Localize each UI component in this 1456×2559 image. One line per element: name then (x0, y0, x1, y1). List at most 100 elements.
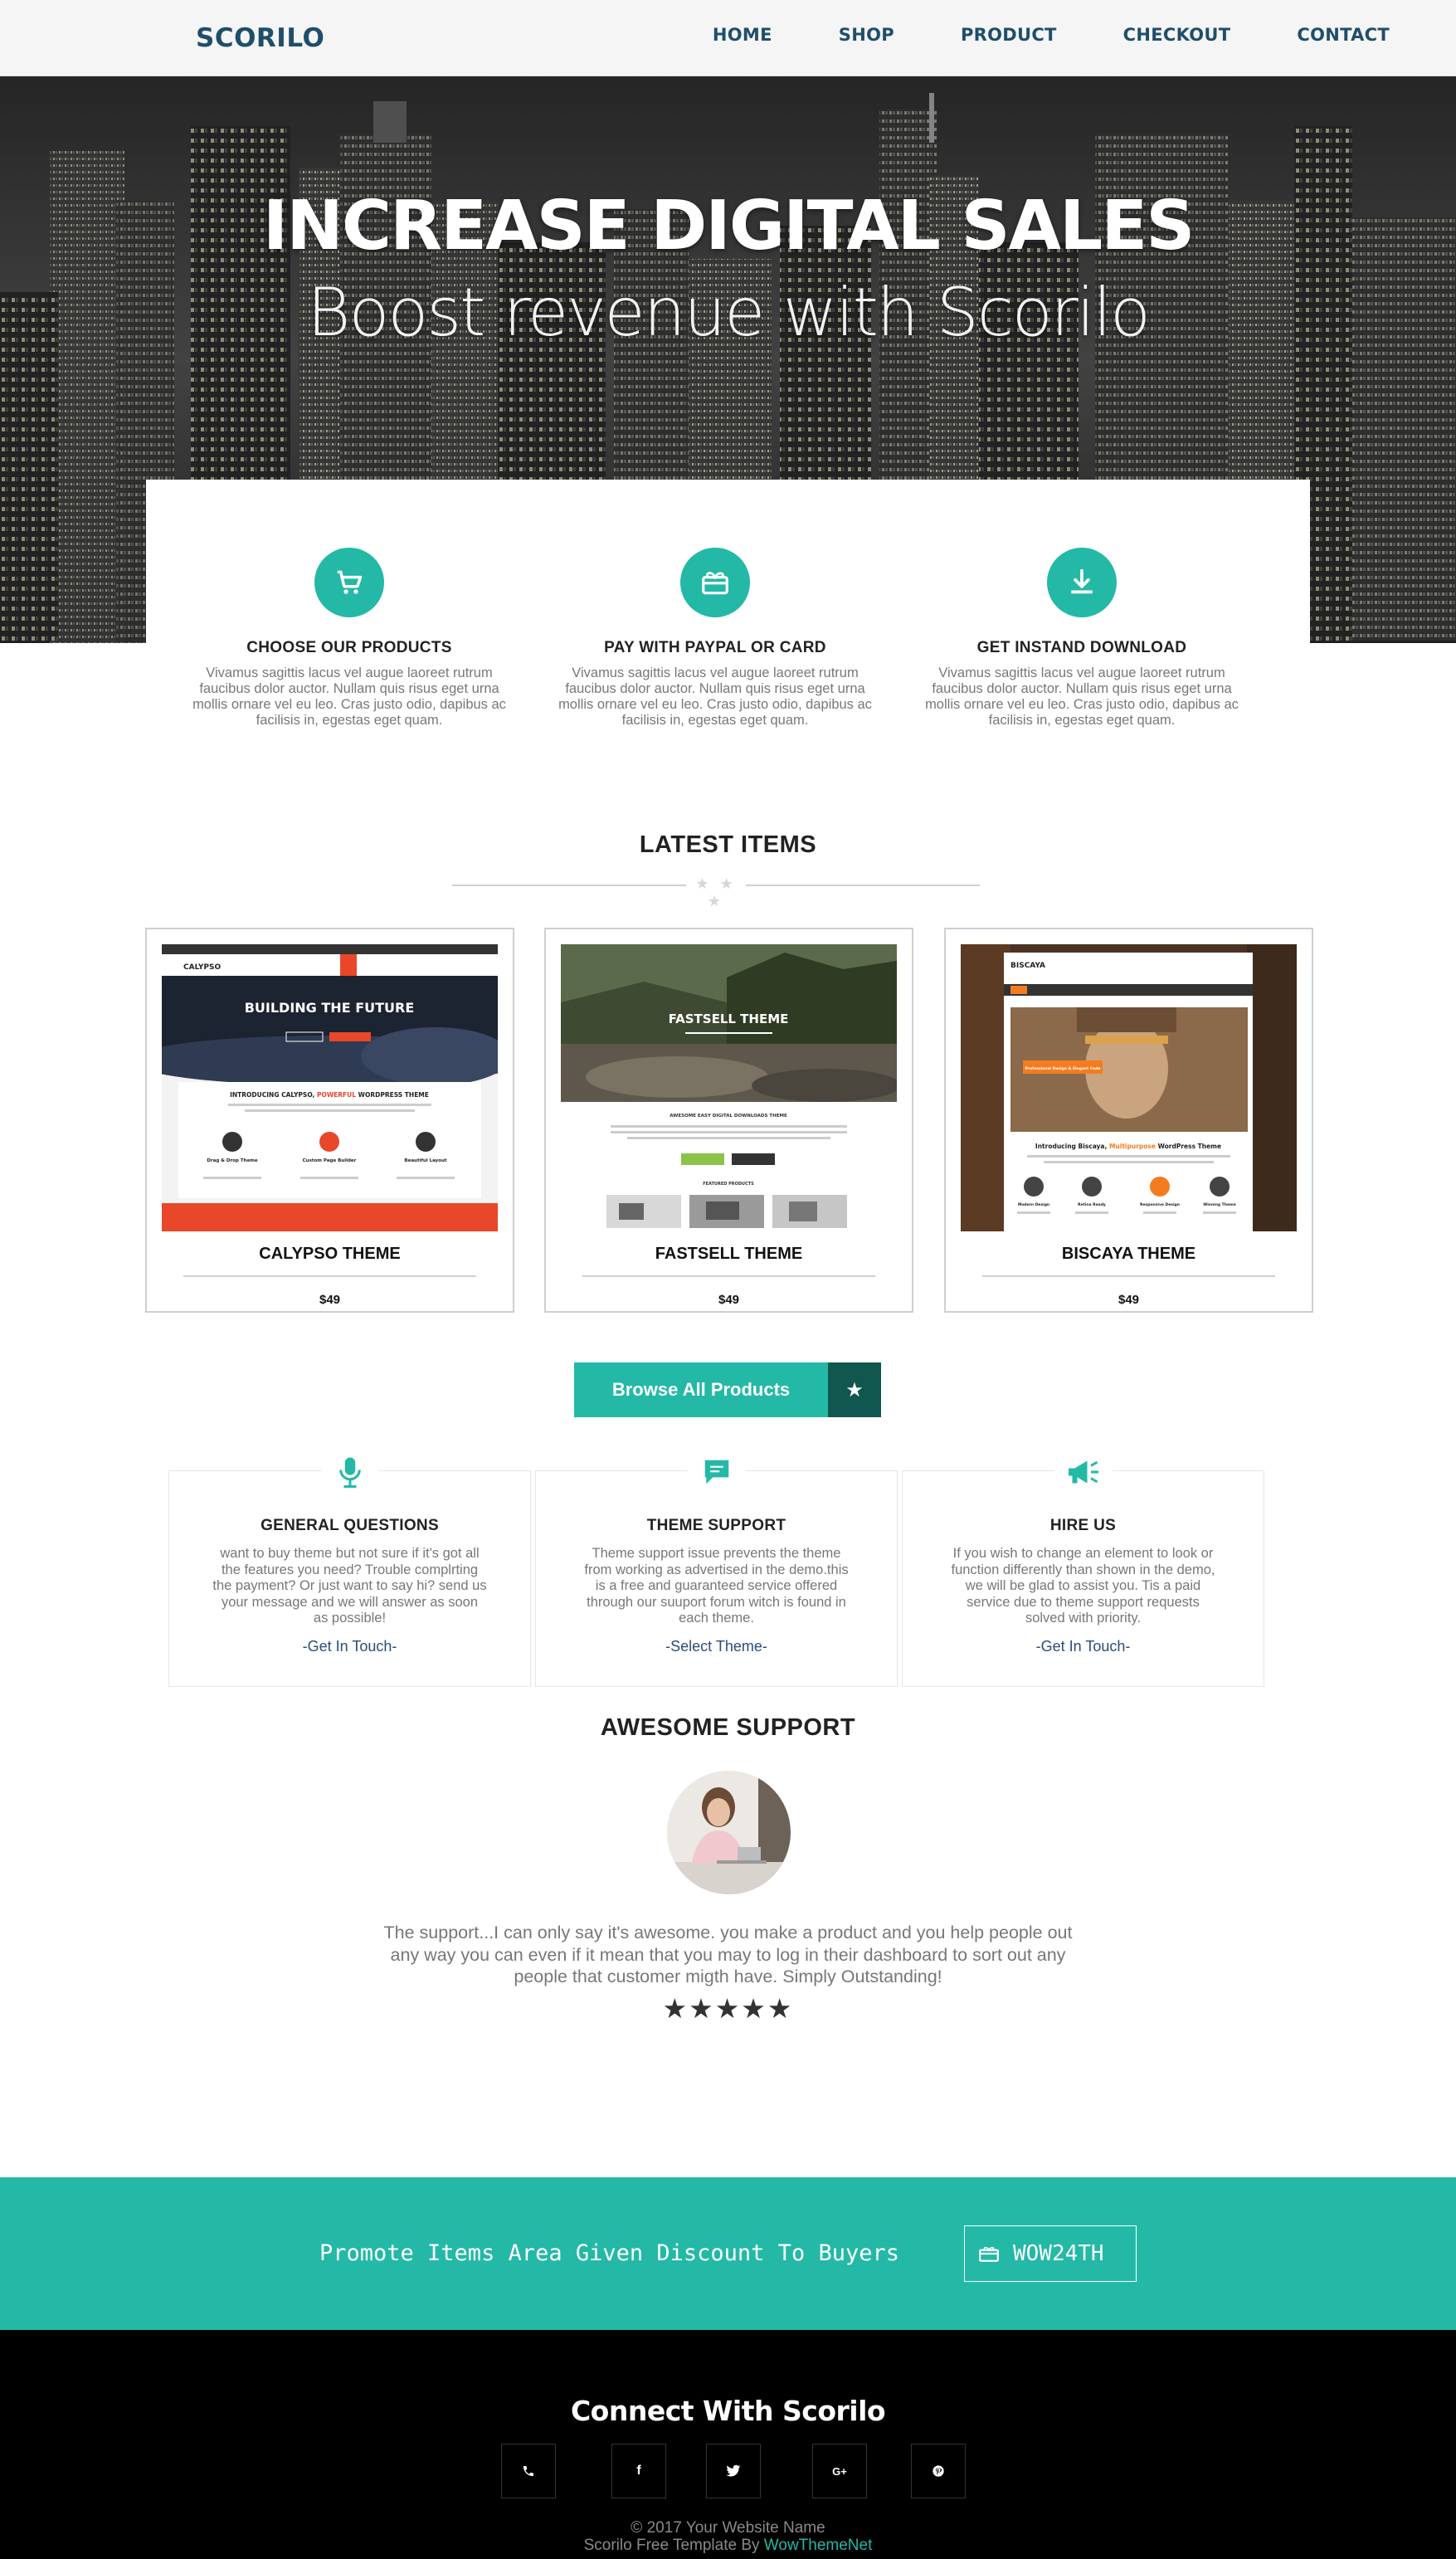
biscaya-preview-image: BISCAYA Professional Design & Elegant Co… (961, 944, 1297, 1231)
calypso-block-1: Drag & Drop Theme (207, 1158, 258, 1163)
product-name[interactable]: FASTSELL THEME (546, 1245, 912, 1264)
feature-text: Vivamus sagittis lacus vel augue laoreet… (558, 665, 872, 728)
top-navbar: SCORILO HOME SHOP PRODUCT CHECKOUT CONTA… (0, 0, 1456, 76)
credit-text: Scorilo Free Template By WowThemeNet (0, 2537, 1456, 2554)
wowthemenet-link[interactable]: WowThemeNet (764, 2537, 873, 2554)
main-menu: HOME SHOP PRODUCT CHECKOUT CONTACT (646, 25, 1390, 45)
product-divider (183, 1275, 476, 1277)
copyright-text: © 2017 Your Website Name (631, 2519, 825, 2537)
support-box-general-questions: GENERAL QUESTIONS want to buy theme but … (168, 1448, 531, 1687)
facebook-glyph: f (636, 2464, 641, 2478)
feature-title: GET INSTAND DOWNLOAD (976, 639, 1187, 656)
feature-text: Vivamus sagittis lacus vel augue laoreet… (925, 665, 1239, 728)
hero-title: INCREASE DIGITAL SALES (262, 187, 1195, 266)
support-box-hire-us: HIRE US If you wish to change an element… (902, 1448, 1264, 1687)
divider-line-left (452, 885, 686, 886)
facebook-icon[interactable]: f (611, 2444, 666, 2498)
megaphone-icon (1054, 1448, 1113, 1496)
fastsell-preview-image: FASTSELL THEME AWESOME EASY DIGITAL DOWN… (561, 944, 897, 1231)
nav-shop-link[interactable]: SHOP (839, 25, 894, 45)
product-divider (582, 1275, 875, 1277)
product-card-fastsell[interactable]: FASTSELL THEME AWESOME EASY DIGITAL DOWN… (544, 928, 913, 1313)
biscaya-block-2: Retina Ready (1078, 1202, 1106, 1207)
feature-choose-products: CHOOSE OUR PRODUCTS Vivamus sagittis lac… (183, 548, 515, 729)
star-icon[interactable]: ★ (828, 1362, 881, 1417)
product-card-calypso[interactable]: CALYPSO BUILDING THE FUTURE INTRODUCING … (145, 928, 514, 1313)
footer-title: Connect With Scorilo (570, 2395, 886, 2427)
calypso-preview-image: CALYPSO BUILDING THE FUTURE INTRODUCING … (162, 944, 498, 1231)
product-card-biscaya[interactable]: BISCAYA Professional Design & Elegant Co… (944, 928, 1313, 1313)
support-box-title: GENERAL QUESTIONS (261, 1517, 439, 1534)
divider-line-right (746, 885, 980, 886)
gift-icon (680, 548, 750, 617)
biscaya-block-1: Modern Design (1018, 1202, 1049, 1207)
support-box-title: THEME SUPPORT (646, 1517, 786, 1534)
awesome-support-title: AWESOME SUPPORT (600, 1714, 856, 1741)
credit-prefix: Scorilo Free Template By (583, 2537, 764, 2554)
browse-button-label[interactable]: Browse All Products (574, 1362, 828, 1417)
product-price: $49 (1118, 1293, 1140, 1307)
biscaya-block-4: Winning Theme (1203, 1202, 1236, 1207)
select-theme-link[interactable]: -Select Theme- (536, 1638, 897, 1655)
browse-all-products-button[interactable]: Browse All Products ★ (574, 1362, 881, 1417)
fastsell-heading: AWESOME EASY DIGITAL DOWNLOADS THEME (670, 1114, 787, 1119)
nav-checkout-link[interactable]: CHECKOUT (1123, 25, 1231, 45)
fastsell-section-label: FEATURED PRODUCTS (703, 1182, 754, 1187)
biscaya-logo: BISCAYA (1010, 962, 1045, 970)
fastsell-banner-text: FASTSELL THEME (669, 1011, 789, 1026)
coupon-code[interactable]: WOW24TH (1013, 2241, 1104, 2266)
product-price: $49 (319, 1293, 341, 1307)
nav-home-link[interactable]: HOME (713, 25, 772, 45)
hero-subtitle: Boost revenue with Scorilo (307, 274, 1151, 351)
product-thumbnail[interactable]: FASTSELL THEME AWESOME EASY DIGITAL DOWN… (561, 944, 897, 1231)
nav-product-link[interactable]: PRODUCT (961, 25, 1057, 45)
biscaya-ribbon: Professional Design & Elegant Code (1025, 1066, 1101, 1071)
coupon-code-box[interactable]: WOW24TH (964, 2225, 1137, 2282)
social-links: f G+ (501, 2444, 966, 2498)
download-icon (1047, 548, 1117, 617)
support-box-title: HIRE US (1049, 1517, 1117, 1534)
support-box-text: If you wish to change an element to look… (951, 1546, 1215, 1626)
nav-contact-link[interactable]: CONTACT (1297, 25, 1390, 45)
product-divider (982, 1275, 1275, 1277)
calypso-banner-text: BUILDING THE FUTURE (245, 1000, 415, 1016)
feature-text: Vivamus sagittis lacus vel augue laoreet… (192, 665, 506, 728)
cart-icon (314, 548, 384, 617)
product-name[interactable]: BISCAYA THEME (946, 1245, 1312, 1264)
biscaya-block-3: Responsive Design (1140, 1202, 1180, 1207)
product-thumbnail[interactable]: CALYPSO BUILDING THE FUTURE INTRODUCING … (162, 944, 498, 1231)
product-thumbnail[interactable]: BISCAYA Professional Design & Elegant Co… (961, 944, 1297, 1231)
feature-title: PAY WITH PAYPAL OR CARD (604, 639, 826, 656)
coupon-gift-icon (965, 2245, 1013, 2263)
brand-logo[interactable]: SCORILO (196, 23, 324, 53)
features-panel: CHOOSE OUR PRODUCTS Vivamus sagittis lac… (146, 480, 1310, 753)
phone-icon[interactable] (501, 2444, 556, 2498)
promo-banner: Promote Items Area Given Discount To Buy… (0, 2177, 1456, 2330)
feature-download: GET INSTAND DOWNLOAD Vivamus sagittis la… (916, 548, 1248, 729)
twitter-icon[interactable] (706, 2444, 761, 2498)
footer: Connect With Scorilo f G+ © 2017 Your We… (0, 2330, 1456, 2559)
product-price: $49 (718, 1293, 740, 1307)
calypso-block-2: Custom Page Builder (303, 1158, 357, 1163)
support-box-theme-support: THEME SUPPORT Theme support issue preven… (535, 1448, 898, 1687)
latest-items-title: LATEST ITEMS (639, 831, 817, 858)
google-plus-glyph: G+ (832, 2464, 847, 2478)
product-name[interactable]: CALYPSO THEME (147, 1245, 513, 1264)
biscaya-intro-heading: Introducing Biscaya, Multipurpose WordPr… (1035, 1143, 1221, 1150)
testimonial-quote: The support...I can only say it's awesom… (383, 1923, 1073, 1986)
promo-text: Promote Items Area Given Discount To Buy… (319, 2240, 899, 2266)
feature-pay: PAY WITH PAYPAL OR CARD Vivamus sagittis… (549, 548, 881, 729)
pinterest-icon[interactable] (911, 2444, 966, 2498)
testimonial-avatar (667, 1771, 791, 1894)
calypso-intro-heading: INTRODUCING CALYPSO, POWERFUL WORDPRESS … (230, 1091, 429, 1099)
calypso-logo: CALYPSO (183, 963, 221, 972)
google-plus-icon[interactable]: G+ (812, 2444, 867, 2498)
title-divider: ★ ★ ★ (452, 875, 980, 909)
support-box-text: want to buy theme but not sure if it's g… (212, 1546, 487, 1626)
get-in-touch-link[interactable]: -Get In Touch- (903, 1638, 1264, 1655)
divider-stars-icon: ★ ★ ★ (695, 875, 737, 909)
microphone-icon (321, 1448, 379, 1496)
support-box-text: Theme support issue prevents the theme f… (584, 1546, 849, 1626)
chat-icon (688, 1448, 746, 1496)
get-in-touch-link[interactable]: -Get In Touch- (169, 1638, 530, 1655)
